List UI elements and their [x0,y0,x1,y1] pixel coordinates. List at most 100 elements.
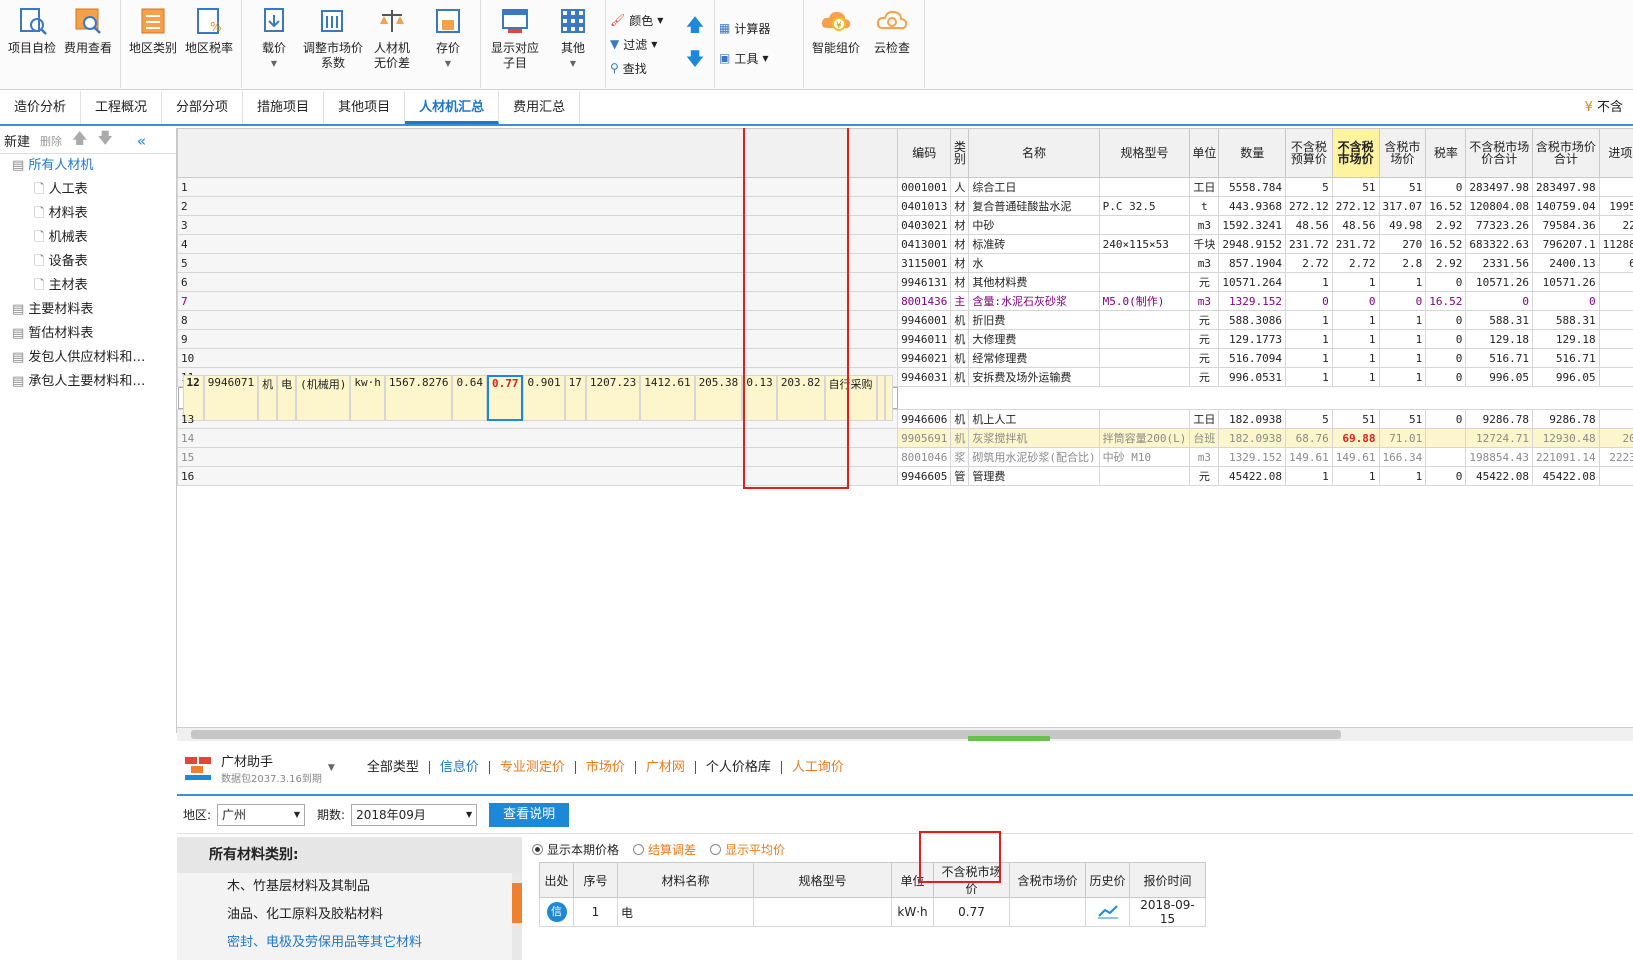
result-column-header[interactable]: 出处 [539,862,574,898]
table-cell[interactable]: 166.34 [1378,447,1427,467]
result-cell[interactable]: 0.77 [933,897,1010,927]
collapse-icon[interactable]: « [137,132,146,150]
category-item[interactable]: 密封、电极及劳保用品等其它材料 [177,929,522,957]
table-cell[interactable]: 机上人工 [968,409,1100,429]
table-cell[interactable]: 0413001 [897,234,952,254]
result-column-header[interactable]: 规格型号 [753,862,892,898]
table-cell[interactable]: 17 [564,375,586,421]
table-cell[interactable]: 工日 [1189,177,1220,197]
table-cell[interactable]: 1 [1331,272,1380,292]
table-cell[interactable]: 3115001 [897,253,952,273]
table-cell[interactable]: 机 [950,329,970,349]
table-cell[interactable]: 材 [950,234,970,254]
table-cell[interactable] [1098,348,1191,368]
table-cell[interactable]: 9946001 [897,310,952,330]
table-cell[interactable]: 182.0938 [1218,428,1287,448]
table-cell[interactable]: 9946606 [897,409,952,429]
table-cell[interactable]: 588.3086 [1218,310,1287,330]
table-cell[interactable]: 231.72 [1331,234,1380,254]
table-cell[interactable]: 5 [1285,177,1333,197]
table-cell[interactable]: 9946605 [897,466,952,486]
delete-button[interactable]: 删除 [40,133,62,149]
table-cell[interactable]: 1 [1285,272,1333,292]
table-cell[interactable]: 516.71 [1532,348,1600,368]
table-cell[interactable]: 0 [1598,466,1633,486]
save-price-button[interactable]: 存价 ▼ [420,4,476,88]
table-cell[interactable]: 1 [1378,348,1427,368]
table-cell[interactable]: 0401013 [897,196,952,216]
table-cell[interactable]: 317.07 [1378,196,1427,216]
table-cell[interactable]: 机 [950,310,970,330]
table-cell[interactable]: 1 [1378,310,1427,330]
table-cell[interactable]: 0.901 [523,375,565,421]
table-cell[interactable] [1098,177,1191,197]
table-cell[interactable]: 2400.13 [1532,253,1600,273]
table-row[interactable]: 14 9905691 机灰浆搅拌机 拌筒容量200(L) 台班 182.0938 68.76… [177,428,1633,448]
table-cell[interactable]: 其他材料费 [968,272,1100,292]
tab-sub-items[interactable]: 分部分项 [162,91,244,124]
table-cell[interactable]: 1 [1378,466,1427,486]
result-cell[interactable]: 2018-09-15 [1129,897,1206,927]
table-cell[interactable]: 1 [1331,310,1380,330]
move-up-button[interactable]: 🡅 [686,15,705,38]
tree-item[interactable]: 🗋 设备表 [0,250,176,274]
table-cell[interactable]: 机 [950,409,970,429]
table-cell[interactable]: 516.7094 [1218,348,1287,368]
table-row[interactable]: 12 9946071 机电 (机械用) kw·h 1567.8276 0.64 0.77 0.9… [177,375,898,421]
table-cell[interactable]: 元 [1189,367,1220,387]
table-cell[interactable]: 516.71 [1465,348,1534,368]
table-cell[interactable] [1098,310,1191,330]
table-cell[interactable] [884,375,893,421]
table-cell[interactable]: 12930.48 [1532,428,1600,448]
table-cell[interactable]: 48.56 [1331,215,1380,235]
table-cell[interactable]: 机 [950,348,970,368]
table-cell[interactable]: 0001001 [897,177,952,197]
table-cell[interactable]: 16.52 [1425,196,1467,216]
table-cell[interactable]: 标准砖 [968,234,1100,254]
tab-fee-summary[interactable]: 费用汇总 [499,91,581,124]
table-cell[interactable]: 千块 [1189,234,1220,254]
table-cell[interactable]: 2.92 [1425,253,1467,273]
table-cell[interactable]: 996.0531 [1218,367,1287,387]
table-cell[interactable]: 2 [177,196,899,216]
table-cell[interactable]: 129.18 [1465,329,1534,349]
tree-item[interactable]: 🗋 机械表 [0,226,176,250]
table-cell[interactable]: 2261.1 [1598,215,1633,235]
table-cell[interactable]: 元 [1189,466,1220,486]
table-cell[interactable]: 自行采购 [824,375,877,421]
table-cell[interactable]: 1 [1285,329,1333,349]
table-cell[interactable]: 51 [1331,409,1380,429]
table-cell[interactable]: 1 [1285,466,1333,486]
tab-personal-library[interactable]: 个人价格库 [696,761,782,774]
table-cell[interactable]: m3 [1189,291,1220,311]
column-header[interactable]: 含税市场价合计 [1532,128,1600,178]
table-cell[interactable]: 材 [950,272,970,292]
table-cell[interactable]: 3 [177,215,899,235]
table-row[interactable]: 5 3115001 材水 m3 857.1904 2.72 2.72 2.8 2.92 2331.… [177,253,1633,273]
table-cell[interactable]: 1 [1331,329,1380,349]
table-cell[interactable]: 240×115×53 [1098,234,1191,254]
table-cell[interactable]: 9286.78 [1465,409,1534,429]
table-cell[interactable]: 元 [1189,348,1220,368]
table-cell[interactable]: kw·h [350,375,385,421]
table-cell[interactable]: 140759.04 [1532,196,1600,216]
table-cell[interactable] [1098,272,1191,292]
table-cell[interactable]: 2.92 [1425,215,1467,235]
table-row[interactable]: 89946001机折旧费元588.30861110588.31588.31000… [177,310,1633,330]
table-cell[interactable]: 8001436 [897,291,952,311]
table-cell[interactable]: 拌筒容量200(L) [1098,428,1191,448]
tab-gcw[interactable]: 广材网 [636,761,696,774]
adjust-market-button[interactable]: 调整市场价 系数 [302,4,364,88]
tree-item[interactable]: ▤ 主要材料表 [0,298,176,322]
calculator-button[interactable]: ▦ 计算器 [719,18,799,38]
result-cell[interactable] [753,897,892,927]
table-cell[interactable]: 9946071 [203,375,259,421]
table-cell[interactable]: 0 [1425,310,1467,330]
table-cell[interactable]: m3 [1189,215,1220,235]
tree-item[interactable]: ▤ 暂估材料表 [0,322,176,346]
table-cell[interactable]: 2.8 [1378,253,1427,273]
table-cell[interactable]: 8001046 [897,447,952,467]
table-cell[interactable]: 0 [1532,291,1600,311]
new-button[interactable]: 新建 [4,131,30,150]
table-cell[interactable]: 996.05 [1465,367,1534,387]
